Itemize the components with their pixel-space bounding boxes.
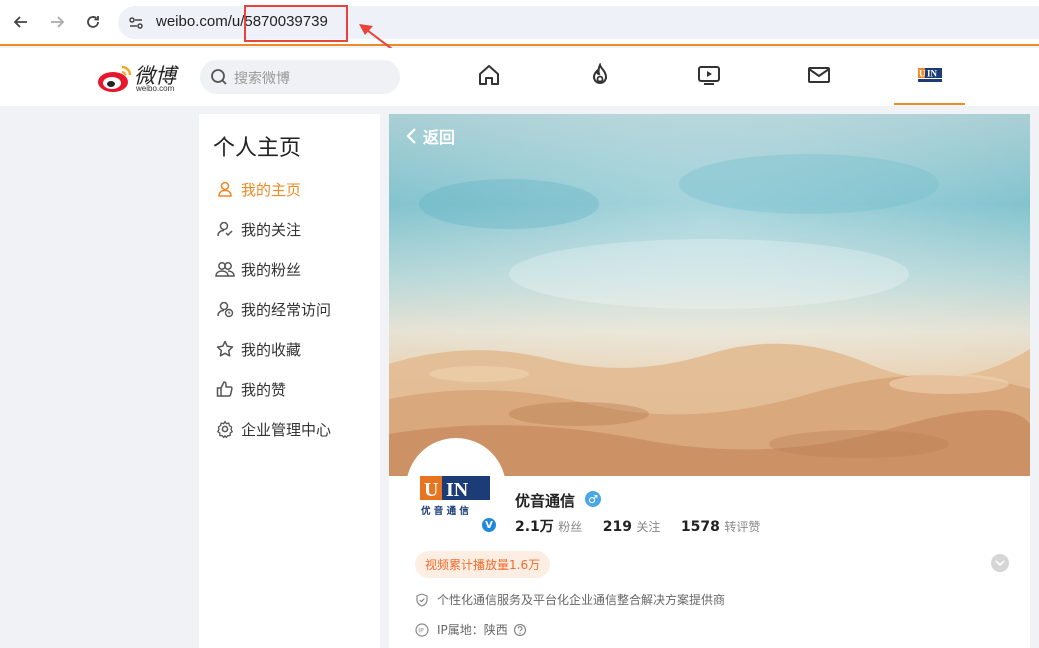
star-icon xyxy=(215,339,235,359)
followers-count[interactable]: 2.1万 xyxy=(515,519,554,535)
sidebar-item-label: 我的主页 xyxy=(241,180,302,199)
sidebar-item-label: 我的经常访问 xyxy=(241,300,332,319)
user-icon xyxy=(215,179,235,199)
sidebar-item-label: 我的粉丝 xyxy=(241,260,302,279)
followers-label[interactable]: 粉丝 xyxy=(558,520,582,534)
following-count[interactable]: 219 xyxy=(603,519,632,535)
reload-icon[interactable] xyxy=(82,11,104,33)
profile-stats: 2.1万 粉丝 219 关注 1578 转评赞 xyxy=(515,516,776,536)
svg-text:U: U xyxy=(424,479,438,501)
video-icon[interactable] xyxy=(696,62,722,88)
expand-chevron-icon[interactable] xyxy=(991,554,1009,572)
logo-chinese-text: 优 音 通 信 xyxy=(421,505,469,517)
search-icon xyxy=(211,69,227,85)
male-gender-icon: ♂ xyxy=(585,491,601,507)
help-icon[interactable] xyxy=(513,623,527,637)
forward-arrow-icon[interactable] xyxy=(46,11,68,33)
following-label[interactable]: 关注 xyxy=(636,520,660,534)
profile-avatar[interactable]: U IN xyxy=(917,62,943,88)
gear-icon xyxy=(215,419,235,439)
sidebar-item-enterprise-center[interactable]: 企业管理中心 xyxy=(215,417,331,441)
sidebar: 个人主页 我的主页 我的关注 我的粉丝 我的经常访问 我的收藏 我的赞 企业管理… xyxy=(199,114,380,648)
active-tab-indicator xyxy=(894,103,965,105)
chevron-left-icon xyxy=(406,128,416,144)
mail-icon[interactable] xyxy=(806,62,832,88)
ip-text: IP属地：陕西 xyxy=(437,623,508,637)
sidebar-item-frequent-visits[interactable]: 我的经常访问 xyxy=(215,297,331,321)
back-label: 返回 xyxy=(423,128,456,147)
back-arrow-icon[interactable] xyxy=(10,11,32,33)
weibo-logo[interactable]: 微博 weibo.com xyxy=(96,58,188,96)
logo-subtext: weibo.com xyxy=(136,84,175,93)
search-input[interactable]: 搜索微博 xyxy=(200,60,400,94)
user-clock-icon xyxy=(215,299,235,319)
avatar[interactable]: U IN 优 音 通 信 V xyxy=(406,438,506,538)
ip-icon: IP xyxy=(415,622,429,637)
sidebar-item-following[interactable]: 我的关注 xyxy=(215,217,301,241)
back-button[interactable]: 返回 xyxy=(405,124,455,148)
annotation-highlight-box xyxy=(244,5,348,42)
sidebar-item-favorites[interactable]: 我的收藏 xyxy=(215,337,301,361)
site-header: 微博 weibo.com 搜索微博 U IN xyxy=(0,48,1039,106)
video-plays-tag: 视频累计播放量1.6万 xyxy=(415,551,551,578)
sidebar-item-likes[interactable]: 我的赞 xyxy=(215,377,286,401)
users-icon xyxy=(215,259,235,279)
description-text: 个性化通信服务及平台化企业通信整合解决方案提供商 xyxy=(437,593,726,607)
sidebar-item-label: 我的赞 xyxy=(241,380,287,399)
sidebar-item-label: 企业管理中心 xyxy=(241,420,332,439)
profile-description: 个性化通信服务及平台化企业通信整合解决方案提供商 xyxy=(415,591,725,608)
reposts-count: 1578 xyxy=(680,519,720,535)
home-icon[interactable] xyxy=(476,62,502,88)
svg-text:IN: IN xyxy=(927,69,938,79)
user-check-icon xyxy=(215,219,235,239)
sidebar-item-fans[interactable]: 我的粉丝 xyxy=(215,257,301,281)
sidebar-item-my-home[interactable]: 我的主页 xyxy=(215,177,301,201)
shield-icon xyxy=(416,592,428,607)
profile-name: 优音通信 xyxy=(515,492,576,510)
ip-location: IP IP属地：陕西 xyxy=(415,621,527,638)
profile-cover-image: 返回 xyxy=(389,114,1030,476)
profile-card: 返回 U IN 优 音 通 信 V 优音通信 ♂ 2.1万 粉丝 219 关注 … xyxy=(389,114,1030,648)
svg-text:U: U xyxy=(919,69,926,79)
reposts-label: 转评赞 xyxy=(724,520,761,534)
svg-text:IN: IN xyxy=(446,479,469,501)
svg-text:IP: IP xyxy=(418,627,424,634)
site-settings-icon[interactable] xyxy=(128,15,144,31)
browser-toolbar: weibo.com/u/5870039739 xyxy=(0,0,1039,46)
verified-badge: V xyxy=(480,516,498,534)
search-placeholder: 搜索微博 xyxy=(234,71,290,87)
hot-icon[interactable] xyxy=(587,62,613,88)
weibo-eye-icon xyxy=(98,65,132,92)
thumbs-up-icon xyxy=(215,379,235,399)
sidebar-item-label: 我的收藏 xyxy=(241,340,302,359)
sidebar-item-label: 我的关注 xyxy=(241,220,302,239)
uin-logo: U IN 优 音 通 信 xyxy=(418,474,492,517)
sidebar-title: 个人主页 xyxy=(213,136,302,161)
